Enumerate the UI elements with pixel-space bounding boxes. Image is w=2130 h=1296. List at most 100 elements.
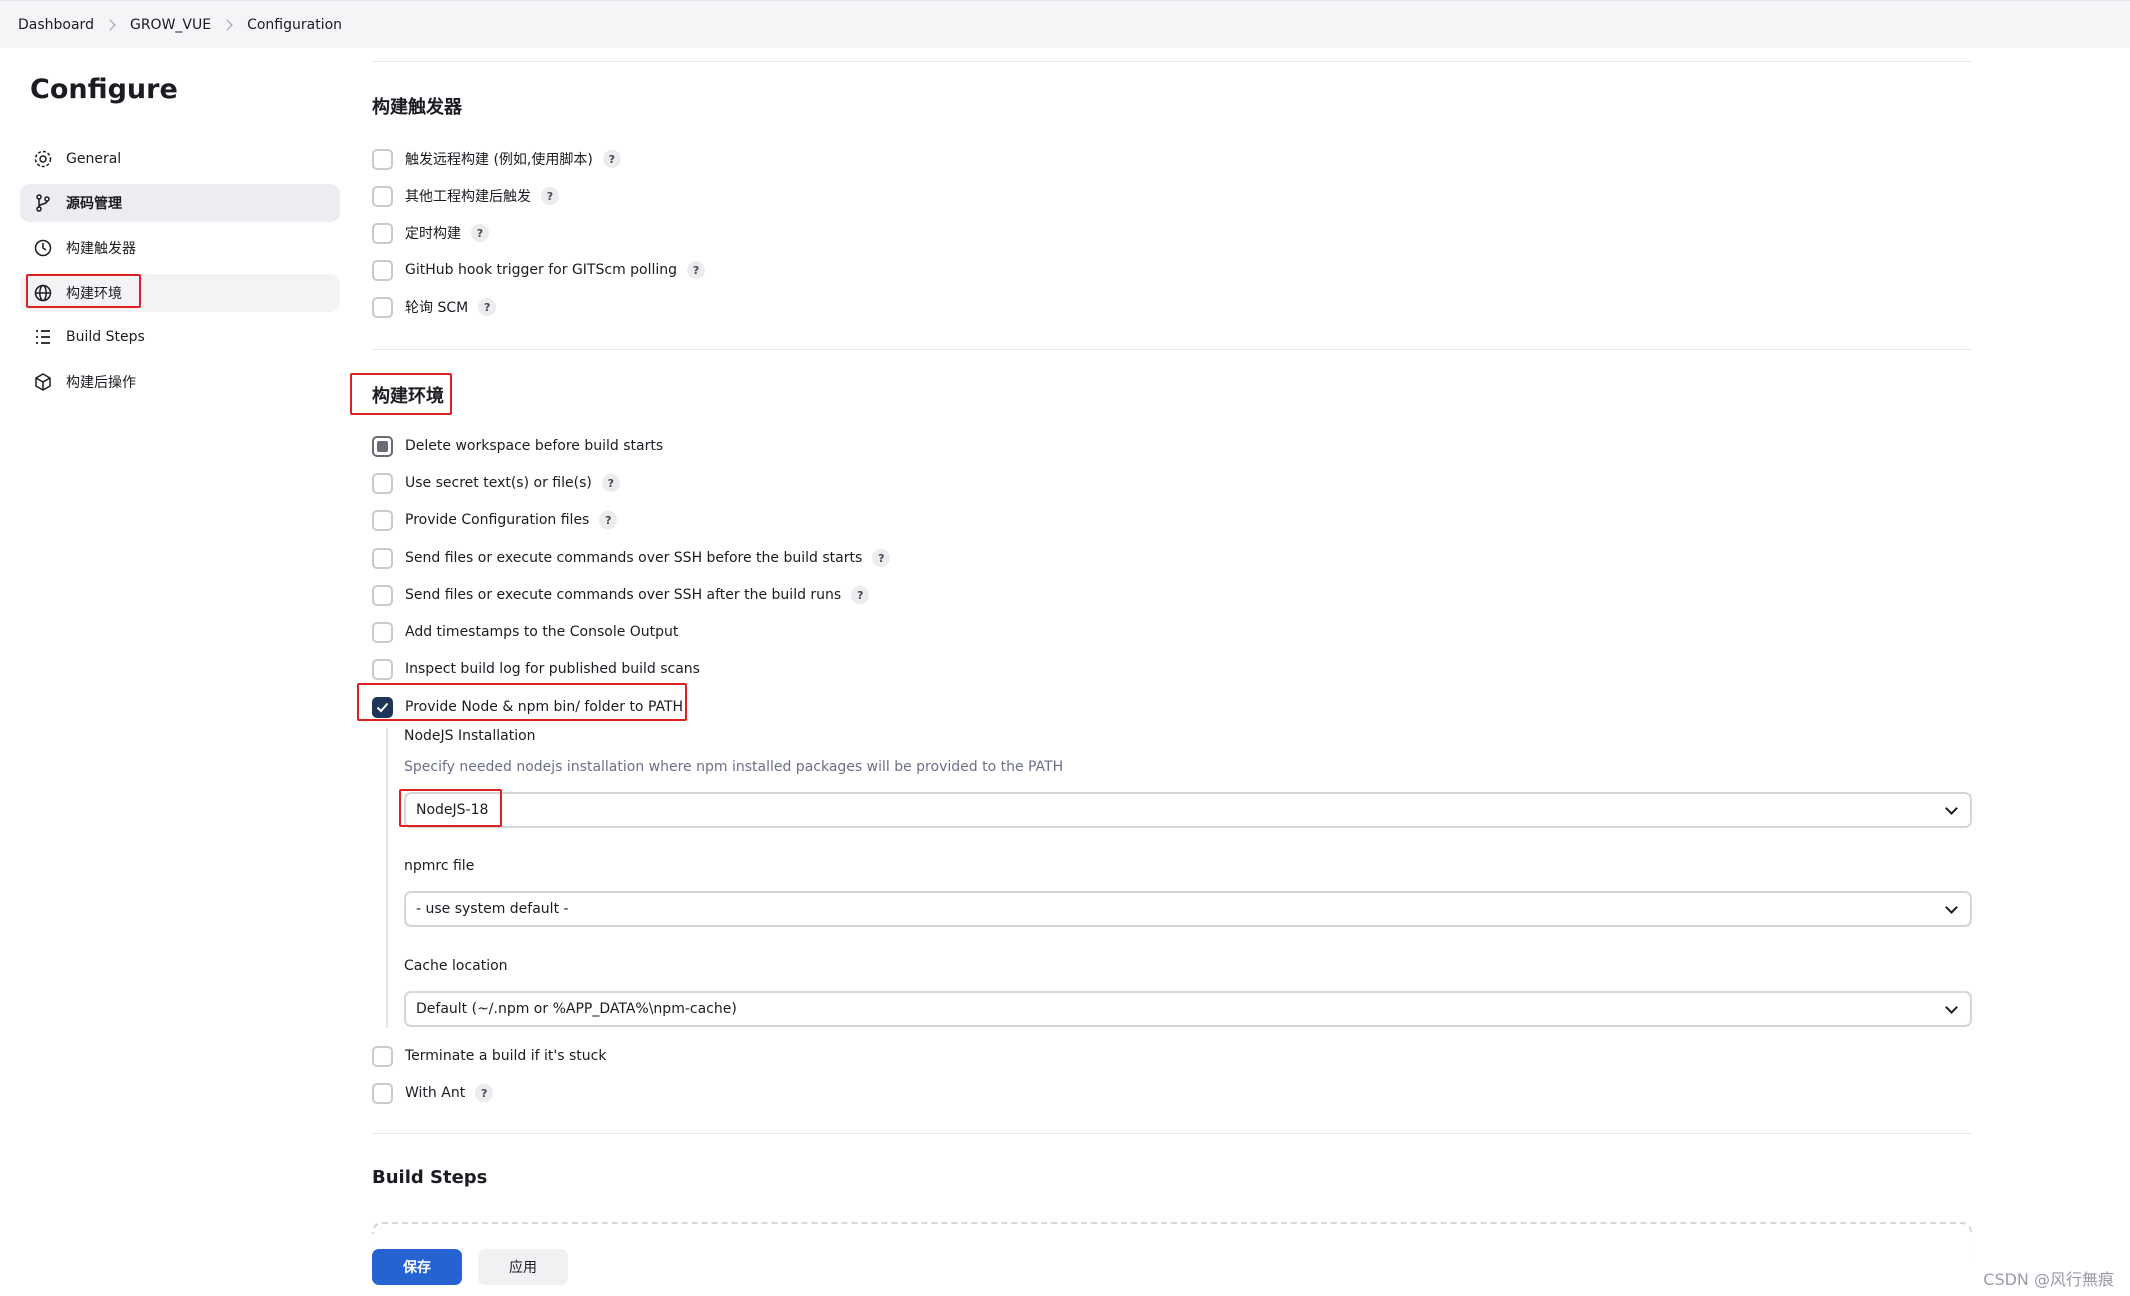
- sidebar-item-label: 构建后操作: [66, 375, 136, 391]
- env-delete-workspace[interactable]: Delete workspace before build starts: [372, 433, 663, 459]
- env-timestamps[interactable]: Add timestamps to the Console Output: [372, 619, 678, 645]
- sidebar-item-scm[interactable]: 源码管理: [20, 184, 340, 222]
- chevron-down-icon: [1945, 1001, 1958, 1014]
- select-value: NodeJS-18: [416, 802, 489, 818]
- checkbox[interactable]: [372, 547, 393, 569]
- section-divider: [372, 349, 1972, 350]
- checkbox-label: Add timestamps to the Console Output: [405, 624, 679, 640]
- sidebar-item-label: Build Steps: [66, 329, 145, 345]
- watermark: CSDN @风行無痕: [1983, 1270, 2114, 1289]
- nodejs-installation-description: Specify needed nodejs installation where…: [404, 759, 1064, 775]
- help-icon[interactable]: ?: [851, 586, 870, 604]
- help-icon[interactable]: ?: [478, 298, 497, 316]
- apply-button[interactable]: 应用: [478, 1249, 568, 1285]
- checkbox-label: Provide Node & npm bin/ folder to PATH: [405, 699, 684, 715]
- env-config-files[interactable]: Provide Configuration files ?: [372, 507, 618, 533]
- sidebar-item-triggers[interactable]: 构建触发器: [20, 229, 340, 267]
- checkbox-label: GitHub hook trigger for GITScm polling: [405, 262, 678, 278]
- checkbox-label: 其他工程构建后触发: [405, 189, 531, 205]
- checkbox[interactable]: [372, 472, 393, 494]
- trigger-after-other[interactable]: 其他工程构建后触发 ?: [372, 183, 559, 209]
- help-icon[interactable]: ?: [475, 1084, 494, 1102]
- save-button[interactable]: 保存: [372, 1249, 462, 1285]
- help-icon[interactable]: ?: [872, 549, 891, 567]
- nodejs-installation-label: NodeJS Installation: [404, 728, 536, 744]
- trigger-periodic[interactable]: 定时构建 ?: [372, 220, 489, 246]
- select-value: - use system default -: [416, 901, 569, 917]
- help-icon[interactable]: ?: [687, 261, 706, 279]
- checkbox-label: 触发远程构建 (例如,使用脚本): [405, 152, 593, 168]
- help-icon[interactable]: ?: [602, 150, 621, 168]
- sidebar-item-environment[interactable]: 构建环境: [20, 274, 340, 312]
- sidebar-item-post-build[interactable]: 构建后操作: [20, 363, 340, 401]
- env-ssh-before[interactable]: Send files or execute commands over SSH …: [372, 545, 891, 571]
- breadcrumb: Dashboard GROW_VUE Configuration: [0, 0, 2130, 48]
- checkbox-label: Send files or execute commands over SSH …: [405, 587, 842, 603]
- trigger-poll-scm[interactable]: 轮询 SCM ?: [372, 294, 497, 320]
- sidebar-item-build-steps[interactable]: Build Steps: [20, 318, 340, 356]
- sidebar-item-label: 构建触发器: [66, 241, 136, 257]
- env-terminate-stuck[interactable]: Terminate a build if it's stuck: [372, 1043, 606, 1069]
- section-title-environment: 构建环境: [372, 386, 444, 407]
- help-icon[interactable]: ?: [541, 187, 559, 205]
- checkbox[interactable]: [372, 621, 393, 643]
- checkbox-label: Delete workspace before build starts: [405, 438, 664, 454]
- checkbox[interactable]: [372, 584, 393, 606]
- checkbox[interactable]: [372, 148, 393, 170]
- section-divider: [372, 61, 1972, 62]
- checkbox-checked[interactable]: [372, 696, 393, 718]
- checkbox[interactable]: [372, 658, 393, 680]
- checkbox[interactable]: [372, 259, 393, 281]
- nodejs-installation-select[interactable]: NodeJS-18: [404, 792, 1972, 828]
- chevron-down-icon: [1945, 901, 1958, 914]
- breadcrumb-project[interactable]: GROW_VUE: [130, 17, 211, 33]
- branch-icon: [32, 192, 54, 214]
- sidebar-item-label: General: [66, 151, 122, 167]
- cube-icon: [32, 371, 54, 393]
- page-title: Configure: [30, 74, 178, 105]
- checkbox-label: 轮询 SCM: [405, 300, 469, 316]
- breadcrumb-configuration[interactable]: Configuration: [247, 17, 342, 33]
- checkbox-label: Terminate a build if it's stuck: [405, 1048, 607, 1064]
- sidebar-item-label: 构建环境: [66, 286, 122, 302]
- breadcrumb-dashboard[interactable]: Dashboard: [18, 17, 94, 33]
- trigger-remote[interactable]: 触发远程构建 (例如,使用脚本) ?: [372, 146, 621, 172]
- checkmark-icon: [376, 702, 389, 712]
- globe-icon: [32, 282, 54, 304]
- help-icon[interactable]: ?: [471, 224, 489, 242]
- checkbox-label: Inspect build log for published build sc…: [405, 661, 700, 677]
- trigger-github-hook[interactable]: GitHub hook trigger for GITScm polling ?: [372, 257, 706, 283]
- checkbox[interactable]: [372, 1045, 393, 1067]
- help-icon[interactable]: ?: [599, 511, 618, 529]
- env-with-ant[interactable]: With Ant ?: [372, 1080, 494, 1106]
- env-secret-text[interactable]: Use secret text(s) or file(s) ?: [372, 470, 620, 496]
- checkbox-label: Send files or execute commands over SSH …: [405, 550, 863, 566]
- checkbox[interactable]: [372, 435, 393, 457]
- chevron-right-icon: [104, 18, 116, 31]
- sidebar-item-general[interactable]: General: [20, 140, 340, 178]
- env-provide-node[interactable]: Provide Node & npm bin/ folder to PATH: [372, 694, 683, 720]
- list-icon: [32, 326, 54, 348]
- checkbox[interactable]: [372, 185, 393, 207]
- checkbox[interactable]: [372, 222, 393, 244]
- env-inspect-log[interactable]: Inspect build log for published build sc…: [372, 656, 700, 682]
- select-value: Default (~/.npm or %APP_DATA%\npm-cache): [416, 1001, 737, 1017]
- cache-location-label: Cache location: [404, 958, 508, 974]
- checkbox-label: Provide Configuration files: [405, 512, 590, 528]
- checkbox[interactable]: [372, 1082, 393, 1104]
- bottom-action-bar: [0, 1234, 2130, 1296]
- cache-location-select[interactable]: Default (~/.npm or %APP_DATA%\npm-cache): [404, 991, 1972, 1027]
- npmrc-label: npmrc file: [404, 858, 475, 874]
- env-ssh-after[interactable]: Send files or execute commands over SSH …: [372, 582, 870, 608]
- clock-icon: [32, 237, 54, 259]
- sidebar-item-label: 源码管理: [66, 196, 122, 212]
- section-title-build-steps: Build Steps: [372, 1167, 488, 1188]
- gear-icon: [32, 148, 54, 170]
- nested-config-guide: [386, 728, 388, 1028]
- chevron-down-icon: [1945, 802, 1958, 815]
- npmrc-select[interactable]: - use system default -: [404, 891, 1972, 927]
- section-title-triggers: 构建触发器: [372, 97, 462, 118]
- checkbox[interactable]: [372, 296, 393, 318]
- checkbox[interactable]: [372, 509, 393, 531]
- help-icon[interactable]: ?: [601, 474, 620, 492]
